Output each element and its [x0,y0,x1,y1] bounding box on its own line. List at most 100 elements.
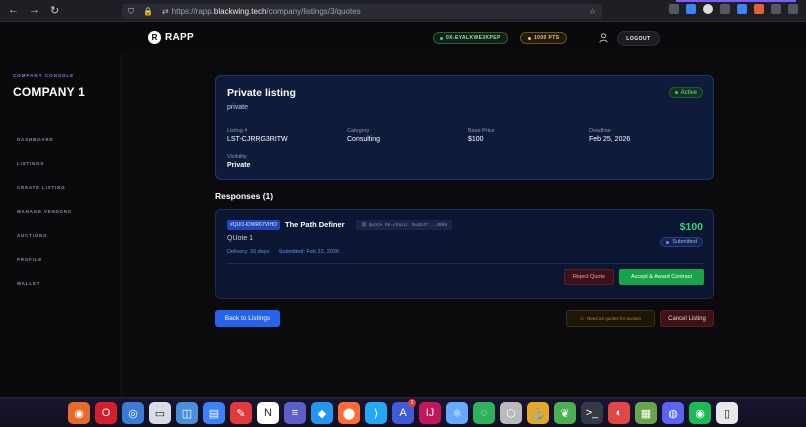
field-deadline: Deadline Feb 25, 2026 [589,128,630,143]
quote-card: #QUO-IDWR67VIHO The Path Definer ⛓ Quote… [215,209,714,299]
status-badge-label: Active [680,89,697,96]
field-value: $100 [468,136,484,143]
sidebar-item-auctions[interactable]: AUCTIONS [17,233,47,238]
responses-heading: Responses (1) [215,191,274,201]
quote-title: QUote 1 [227,235,254,242]
terminal-icon[interactable]: >_ [581,402,603,424]
notion-icon[interactable]: N [257,402,279,424]
app-header: R RAPP 0X-EYALKWE3KPEP 1000 PTS LOGOUT [0,23,806,53]
lock-icon: 🔒 [143,7,153,16]
browser-toolbar: ← → ↻ ⛉ 🔒 ⇄ https://rapp. blackwing.tech /… [0,0,806,22]
onchain-hash-badge[interactable]: ⛓ Quote On-chain: 0x8247...45b8 [356,220,453,230]
back-arrow-icon[interactable]: ← [8,4,19,17]
firefox-icon[interactable]: ◉ [68,402,90,424]
field-label: Deadline [589,128,611,134]
spotify-icon[interactable]: ◉ [689,402,711,424]
logout-button[interactable]: LOGOUT [617,31,660,46]
extension-fox-icon[interactable] [754,4,764,14]
field-category: Category Consulting [347,128,380,143]
bookmark-star-icon[interactable]: ☆ [589,7,596,16]
mongodb-icon[interactable]: ❦ [554,402,576,424]
opera-icon[interactable]: O [95,402,117,424]
field-visibility: Visibility Private [227,154,250,169]
logo-mark-icon: R [148,31,161,44]
trash-icon[interactable]: ▯ [716,402,738,424]
warning-icon: ⚠ [579,315,585,321]
sidebar-item-listings[interactable]: LISTINGS [17,161,44,166]
link-icon: ⛓ [361,222,367,228]
photos-icon[interactable]: ▦ [635,402,657,424]
sidebar-item-dashboard[interactable]: DASHBOARD [17,137,53,142]
chrome-icon[interactable]: ◎ [122,402,144,424]
quote-meta: Delivery: 30 days Submitted: Feb 22, 202… [227,249,347,255]
url-host: blackwing.tech [213,7,267,16]
app-logo[interactable]: R RAPP [148,31,194,44]
files-icon[interactable]: ▭ [149,402,171,424]
wallet-address: 0X-EYALKWE3KPEP [446,35,501,41]
pocket-icon[interactable] [669,4,679,14]
points-pill[interactable]: 1000 PTS [520,32,568,44]
forward-arrow-icon[interactable]: → [29,4,40,17]
notification-badge: 3 [408,399,416,407]
store-icon[interactable]: ◫ [176,402,198,424]
back-to-listings-button[interactable]: Back to Listings [215,310,280,327]
reload-icon[interactable]: ↻ [50,4,59,17]
status-dot-icon [440,36,443,40]
logo-text: RAPP [165,32,194,43]
downloads-icon[interactable] [686,4,696,14]
field-value: LST-CJRRG3RITW [227,136,288,143]
cancel-listing-button[interactable]: Cancel Listing [660,310,714,327]
dock: ◉ O ◎ ▭ ◫ ▤ ✎ N ≡ ◆ ⬤ ⟩ A 3 IJ ⚛ ◌ ⬡ ⚓ ❦ >_ ◐ ▦ ◍ ◉ ▯ [0,397,806,427]
pirate-icon[interactable]: ⚓ [527,402,549,424]
user-icon[interactable] [599,33,608,43]
submitted-badge-label: Submitted [672,239,697,245]
reject-quote-button[interactable]: Reject Quote [564,269,614,285]
field-value: Feb 25, 2026 [589,136,631,143]
field-label: Base Price [468,128,495,134]
atom-icon[interactable]: ⚛ [446,402,468,424]
discord-icon[interactable]: ◍ [662,402,684,424]
field-label: Category [347,128,370,134]
shield-icon: ⛉ [128,6,134,16]
delivery-text: Delivery: 30 days [227,249,270,255]
quote-price: $100 [679,221,703,233]
vscode-icon[interactable]: ⟩ [365,402,387,424]
menu-icon[interactable] [788,4,798,14]
dev-icon[interactable]: A3 [392,399,416,424]
accept-award-button[interactable]: Accept & Award Contract [619,269,704,285]
url-bar[interactable]: ⛉ 🔒 ⇄ https://rapp. blackwing.tech/compan… [122,4,602,19]
docker-icon[interactable]: ◆ [311,402,333,424]
extensions-icon[interactable] [720,4,730,14]
docs-icon[interactable]: ▤ [203,402,225,424]
field-base-price: Base Price $100 [468,128,495,143]
company-title: COMPANY 1 [13,85,86,99]
submitted-dot-icon [666,240,670,244]
sidebar-item-manage-vendors[interactable]: MANAGE VENDORS [17,209,72,214]
account-avatar-icon[interactable] [703,4,713,14]
field-value: Private [227,162,251,169]
field-listing-number: Listing # LST-CJRRG3RITW [227,128,288,143]
wallet-address-pill[interactable]: 0X-EYALKWE3KPEP [433,32,508,44]
submitted-text: Submitted: Feb 22, 2026 [278,249,339,255]
console-label: COMPANY CONSOLE [13,73,75,78]
sidebar-item-wallet[interactable]: WALLET [17,281,40,286]
editor-icon[interactable]: ≡ [284,402,306,424]
toggle-icon[interactable]: ◐ [608,402,630,424]
sidebar-item-profile[interactable]: PROFILE [17,257,42,262]
field-value: Consulting [347,136,381,143]
points-dot-icon [528,36,531,40]
permissions-icon: ⇄ [161,7,169,16]
extension-puzzle-icon[interactable] [771,4,781,14]
sync-icon[interactable]: ◌ [473,402,495,424]
vendor-name[interactable]: The Path Definer [285,220,345,229]
divider [227,263,704,264]
field-label: Visibility [227,154,247,160]
extension-blue-icon[interactable] [737,4,747,14]
pdf-icon[interactable]: ✎ [230,402,252,424]
intellij-icon[interactable]: IJ [419,402,441,424]
sidebar: COMPANY CONSOLE COMPANY 1 DASHBOARD LIST… [0,53,122,397]
quote-id-badge: #QUO-IDWR67VIHO [227,220,280,230]
box-icon[interactable]: ⬡ [500,402,522,424]
postman-icon[interactable]: ⬤ [338,402,360,424]
sidebar-item-create-listing[interactable]: CREATE LISTING [17,185,65,190]
